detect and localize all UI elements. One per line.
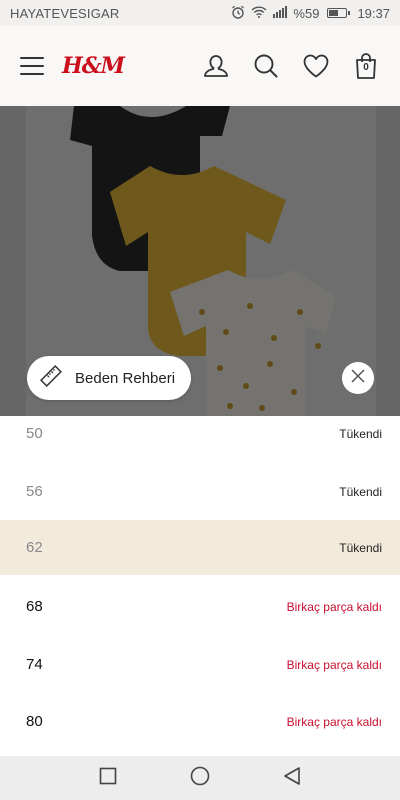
home-button[interactable] — [188, 766, 212, 790]
size-option[interactable]: 56 Tükendi — [0, 464, 400, 519]
size-option[interactable]: 68 Birkaç parça kaldı — [0, 579, 400, 634]
carrier-name: HAYATEVESIGAR — [10, 5, 120, 21]
stock-status: Tükendi — [339, 484, 382, 499]
account-icon[interactable] — [202, 52, 230, 80]
alarm-icon — [231, 5, 245, 22]
wifi-icon — [251, 5, 267, 21]
battery-icon — [327, 8, 351, 18]
size-value: 80 — [26, 713, 43, 730]
stock-status: Birkaç parça kaldı — [286, 599, 382, 614]
stock-status: Birkaç parça kaldı — [286, 714, 382, 729]
circle-icon — [190, 766, 210, 791]
clock: 19:37 — [357, 5, 390, 21]
size-guide-label: Beden Rehberi — [75, 369, 176, 387]
signal-icon — [273, 5, 288, 21]
search-icon[interactable] — [252, 52, 280, 80]
triangle-back-icon — [283, 766, 301, 791]
menu-icon[interactable] — [20, 57, 44, 75]
square-icon — [99, 767, 117, 790]
size-value: 56 — [26, 483, 43, 500]
size-guide-button[interactable]: Beden Rehberi — [27, 356, 191, 400]
ruler-icon — [39, 364, 63, 392]
stock-status: Tükendi — [339, 426, 382, 441]
battery-percent: %59 — [293, 5, 320, 21]
stock-status: Birkaç parça kaldı — [286, 657, 382, 672]
brand-logo[interactable]: H&M — [62, 53, 125, 79]
recent-apps-button[interactable] — [96, 766, 120, 790]
close-icon — [350, 368, 366, 389]
status-icons: %59 19:37 — [231, 5, 390, 22]
shopping-bag-icon[interactable]: 0 — [352, 52, 380, 80]
bag-count-badge: 0 — [363, 62, 369, 73]
close-button[interactable] — [342, 362, 374, 394]
app-header: H&M 0 — [0, 26, 400, 106]
size-value: 62 — [26, 539, 43, 556]
size-list: 50 Tükendi 56 Tükendi 62 Tükendi 68 Birk… — [0, 416, 400, 756]
size-value: 50 — [26, 425, 43, 442]
size-value: 68 — [26, 598, 43, 615]
status-bar: HAYATEVESIGAR %59 19:37 — [0, 0, 400, 26]
size-option[interactable]: 80 Birkaç parça kaldı — [0, 694, 400, 749]
size-option[interactable]: 74 Birkaç parça kaldı — [0, 637, 400, 692]
stock-status: Tükendi — [339, 540, 382, 555]
size-option[interactable]: 50 Tükendi — [0, 416, 400, 461]
system-nav-bar — [0, 756, 400, 800]
size-value: 74 — [26, 656, 43, 673]
heart-icon[interactable] — [302, 52, 330, 80]
size-option-selected[interactable]: 62 Tükendi — [0, 520, 400, 575]
back-button[interactable] — [280, 766, 304, 790]
